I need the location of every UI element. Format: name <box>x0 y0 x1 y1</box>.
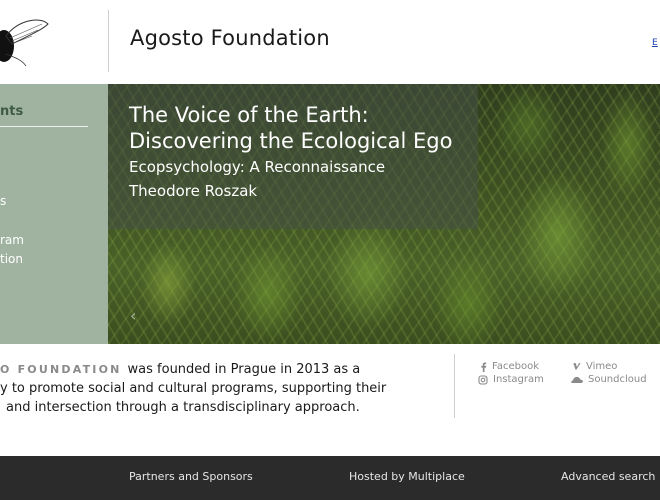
carousel-prev-arrow-icon[interactable]: ‹ <box>130 306 136 325</box>
vimeo-label: Vimeo <box>586 361 618 372</box>
footer-advanced-search-link[interactable]: Advanced search <box>561 470 655 483</box>
header-divider <box>108 10 109 72</box>
soundcloud-link[interactable]: Soundcloud <box>571 374 647 385</box>
sidebar-item-2[interactable]: ram <box>0 233 24 247</box>
site-header: Agosto Foundation E <box>0 0 660 84</box>
footer-partners-link[interactable]: Partners and Sponsors <box>129 470 253 483</box>
hero-author: Theodore Roszak <box>129 182 258 200</box>
hero-title-line-1: The Voice of the Earth: <box>129 103 369 127</box>
about-divider <box>454 354 455 418</box>
soundcloud-icon <box>571 376 583 383</box>
site-title[interactable]: Agosto Foundation <box>130 26 330 50</box>
facebook-label: Facebook <box>492 361 539 372</box>
sidebar-divider <box>0 126 88 127</box>
sidebar-heading[interactable]: nts <box>0 104 23 119</box>
about-line-3: and intersection through a transdiscipli… <box>6 400 360 415</box>
sidebar-item-1[interactable]: s <box>0 194 6 208</box>
facebook-icon <box>481 362 487 372</box>
sidebar-nav: nts s ram tion <box>0 84 108 344</box>
hero-title-line-2: Discovering the Ecological Ego <box>129 129 453 153</box>
instagram-icon <box>478 374 488 385</box>
language-switch-link[interactable]: E <box>652 38 658 48</box>
sidebar-item-3[interactable]: tion <box>0 252 23 266</box>
hero-banner[interactable]: The Voice of the Earth: Discovering the … <box>108 84 660 344</box>
facebook-link[interactable]: Facebook <box>480 361 539 372</box>
vimeo-icon <box>572 362 581 370</box>
soundcloud-label: Soundcloud <box>588 374 647 385</box>
about-line-1-text: was founded in Prague in 2013 as a <box>127 362 361 377</box>
about-brand-name: O FOUNDATION <box>0 363 122 376</box>
about-line-2: y to promote social and cultural program… <box>0 381 387 396</box>
about-line-1: O FOUNDATION was founded in Prague in 201… <box>0 360 360 379</box>
footer-hosted-link[interactable]: Hosted by Multiplace <box>349 470 465 483</box>
site-footer: Partners and Sponsors Hosted by Multipla… <box>0 456 660 500</box>
hero-title[interactable]: The Voice of the Earth: Discovering the … <box>129 102 489 154</box>
instagram-link[interactable]: Instagram <box>478 374 544 385</box>
hero-subtitle: Ecopsychology: A Reconnaissance <box>129 158 386 176</box>
instagram-label: Instagram <box>493 374 544 385</box>
vimeo-link[interactable]: Vimeo <box>572 361 617 372</box>
beetle-logo-icon[interactable] <box>0 14 52 70</box>
